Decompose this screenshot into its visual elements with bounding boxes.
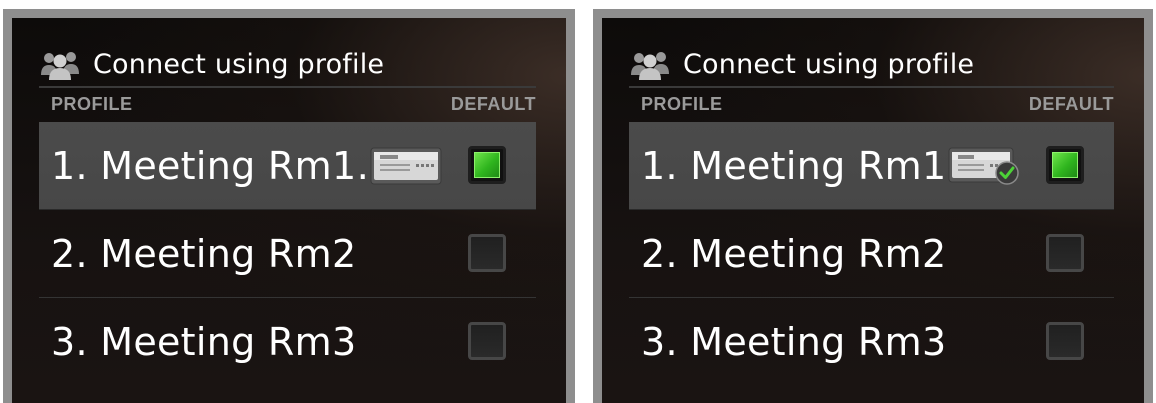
default-checkbox[interactable] <box>1046 234 1084 272</box>
dialog-title: Connect using profile <box>93 48 385 80</box>
column-headers: PROFILE DEFAULT <box>629 92 1114 116</box>
amx-device-connected-icon <box>948 147 1019 185</box>
profile-panel-right: Connect using profile PROFILE DEFAULT 1.… <box>593 9 1153 403</box>
profile-row-2[interactable]: 2. Meeting Rm2 <box>629 210 1114 298</box>
default-checkbox[interactable] <box>468 146 506 184</box>
dialog-title: Connect using profile <box>683 48 975 80</box>
column-headers: PROFILE DEFAULT <box>39 92 536 116</box>
dialog-screen: Connect using profile PROFILE DEFAULT 1.… <box>12 18 566 403</box>
profile-panel-left: Connect using profile PROFILE DEFAULT 1.… <box>3 9 575 403</box>
profile-list: 1. Meeting Rm1… 2. Meeting Rm2 3. Meetin… <box>629 122 1114 386</box>
profile-list: 1. Meeting Rm1… 2. Meeting Rm2 3. Meetin… <box>39 122 536 386</box>
people-icon <box>631 52 669 80</box>
column-header-default: DEFAULT <box>450 93 536 114</box>
column-header-default: DEFAULT <box>1028 93 1114 114</box>
default-checkbox[interactable] <box>1046 146 1084 184</box>
column-header-profile: PROFILE <box>641 93 723 114</box>
profile-label: 3. Meeting Rm3 <box>641 320 947 364</box>
dialog-header: Connect using profile <box>629 42 1114 88</box>
dialog-header: Connect using profile <box>39 42 536 88</box>
profile-label: 3. Meeting Rm3 <box>51 320 357 364</box>
profile-row-1[interactable]: 1. Meeting Rm1… <box>629 122 1114 210</box>
profile-row-2[interactable]: 2. Meeting Rm2 <box>39 210 536 298</box>
default-checkbox[interactable] <box>468 234 506 272</box>
people-icon <box>41 52 79 80</box>
default-checkbox[interactable] <box>1046 322 1084 360</box>
profile-label: 1. Meeting Rm1… <box>51 143 395 188</box>
amx-device-icon <box>370 147 442 185</box>
profile-label: 2. Meeting Rm2 <box>51 231 357 276</box>
profile-row-3[interactable]: 3. Meeting Rm3 <box>39 298 536 386</box>
dialog-screen: Connect using profile PROFILE DEFAULT 1.… <box>602 18 1144 403</box>
profile-row-3[interactable]: 3. Meeting Rm3 <box>629 298 1114 386</box>
default-checkbox[interactable] <box>468 322 506 360</box>
profile-label: 1. Meeting Rm1… <box>641 143 985 188</box>
profile-label: 2. Meeting Rm2 <box>641 231 947 276</box>
profile-row-1[interactable]: 1. Meeting Rm1… <box>39 122 536 210</box>
column-header-profile: PROFILE <box>51 93 133 114</box>
